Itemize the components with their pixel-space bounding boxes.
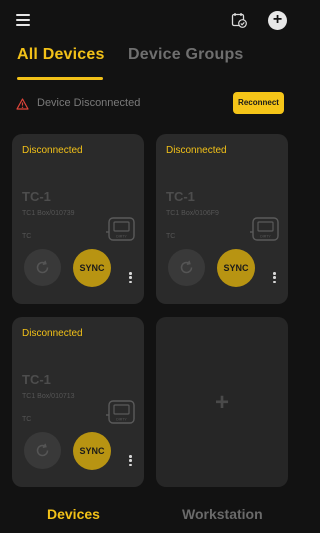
sync-button[interactable]: SYNC bbox=[73, 249, 111, 287]
svg-text:DIRTY: DIRTY bbox=[116, 418, 127, 422]
device-serial: TC1 Box/010713 bbox=[22, 393, 75, 400]
device-box-icon: DIRTY bbox=[250, 216, 280, 242]
nav-devices[interactable]: Devices bbox=[47, 506, 100, 522]
device-card[interactable]: Disconnected TC-1 TC1 Box/010713 TC DIRT… bbox=[12, 317, 144, 487]
warning-triangle-icon bbox=[16, 97, 29, 110]
device-type: TC bbox=[22, 233, 32, 240]
tab-device-groups[interactable]: Device Groups bbox=[128, 46, 244, 64]
more-vertical-icon[interactable] bbox=[129, 455, 133, 467]
device-status: Disconnected bbox=[166, 145, 227, 156]
device-type: TC bbox=[22, 416, 32, 423]
refresh-button[interactable] bbox=[24, 249, 61, 286]
refresh-icon bbox=[180, 260, 193, 274]
sync-button[interactable]: SYNC bbox=[73, 432, 111, 470]
device-serial: TC1 Box/0106F9 bbox=[166, 210, 219, 217]
refresh-button[interactable] bbox=[24, 432, 61, 469]
device-name: TC-1 bbox=[166, 189, 195, 204]
svg-text:DIRTY: DIRTY bbox=[260, 235, 271, 239]
plus-icon: + bbox=[214, 389, 229, 416]
tab-all-devices[interactable]: All Devices bbox=[17, 46, 105, 64]
alert-message: Device Disconnected bbox=[37, 97, 141, 109]
add-device-button[interactable]: + bbox=[268, 11, 287, 30]
refresh-icon bbox=[36, 443, 49, 457]
plus-icon: + bbox=[272, 11, 283, 28]
device-status: Disconnected bbox=[22, 328, 83, 339]
device-box-icon: DIRTY bbox=[106, 216, 136, 242]
device-name: TC-1 bbox=[22, 189, 51, 204]
reconnect-button[interactable]: Reconnect bbox=[233, 92, 284, 114]
hamburger-menu-icon[interactable] bbox=[16, 14, 30, 26]
device-status: Disconnected bbox=[22, 145, 83, 156]
refresh-icon bbox=[36, 260, 49, 274]
svg-text:DIRTY: DIRTY bbox=[116, 235, 127, 239]
device-box-icon: DIRTY bbox=[106, 399, 136, 425]
active-tab-indicator bbox=[17, 77, 103, 80]
more-vertical-icon[interactable] bbox=[273, 272, 277, 284]
device-serial: TC1 Box/010739 bbox=[22, 210, 75, 217]
calendar-check-icon[interactable] bbox=[231, 12, 247, 28]
more-vertical-icon[interactable] bbox=[129, 272, 133, 284]
device-card[interactable]: Disconnected TC-1 TC1 Box/010739 TC DIRT… bbox=[12, 134, 144, 304]
refresh-button[interactable] bbox=[168, 249, 205, 286]
add-device-card[interactable]: + bbox=[156, 317, 288, 487]
sync-button[interactable]: SYNC bbox=[217, 249, 255, 287]
device-name: TC-1 bbox=[22, 372, 51, 387]
nav-workstation[interactable]: Workstation bbox=[182, 506, 263, 522]
device-type: TC bbox=[166, 233, 176, 240]
device-card[interactable]: Disconnected TC-1 TC1 Box/0106F9 TC DIRT… bbox=[156, 134, 288, 304]
